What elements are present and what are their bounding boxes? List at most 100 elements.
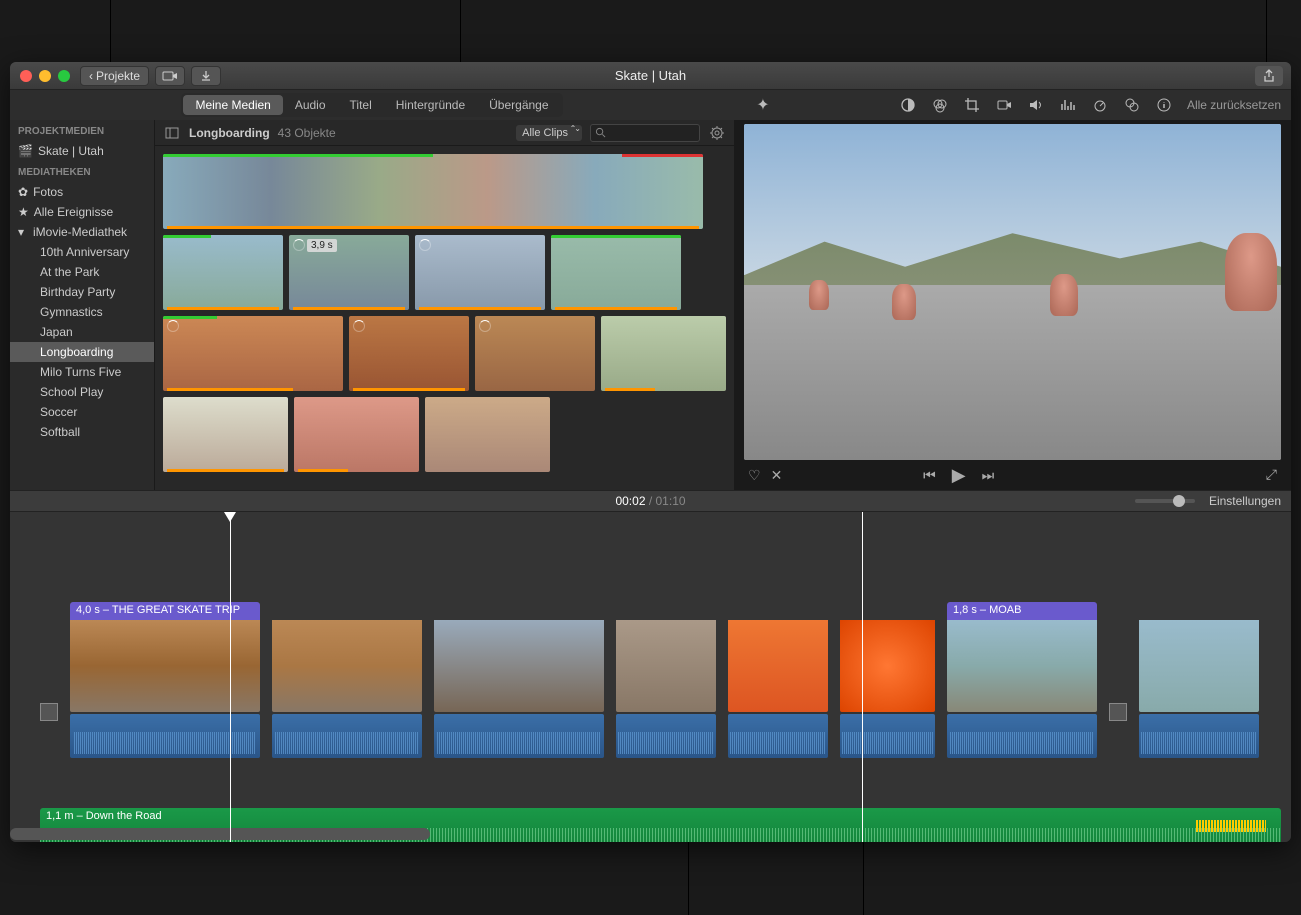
playhead[interactable] — [230, 512, 231, 842]
fullscreen-button[interactable]: ⤢ — [1266, 466, 1277, 483]
project-name: Skate | Utah — [38, 144, 104, 158]
loading-icon — [419, 239, 431, 251]
stabilization-icon[interactable] — [995, 96, 1013, 114]
timeline-clip[interactable]: 4,0 s – THE GREAT SKATE TRIP — [70, 602, 260, 762]
timeline-clip[interactable] — [1139, 602, 1259, 762]
zoom-slider[interactable] — [1135, 499, 1195, 503]
close-button[interactable] — [20, 70, 32, 82]
transition-icon[interactable] — [1109, 703, 1127, 721]
share-button[interactable] — [1255, 66, 1283, 86]
minimize-button[interactable] — [39, 70, 51, 82]
viewer-canvas[interactable] — [744, 124, 1281, 460]
spacer — [728, 602, 828, 620]
reject-button[interactable]: ✕ — [771, 467, 783, 484]
sidebar-event[interactable]: Birthday Party — [10, 282, 154, 302]
clip-audio-waveform[interactable] — [947, 714, 1097, 758]
tab-backgrounds[interactable]: Hintergründe — [384, 95, 477, 115]
used-indicator — [555, 307, 677, 310]
favorite-button[interactable]: ♡ — [748, 467, 761, 484]
browser-object-count: 43 Objekte — [278, 126, 336, 140]
sidebar-photos[interactable]: ✿ Fotos — [10, 182, 154, 202]
media-import-button[interactable] — [155, 66, 185, 86]
crop-icon[interactable] — [963, 96, 981, 114]
projects-back-button[interactable]: ‹ Projekte — [80, 66, 149, 86]
sidebar-event[interactable]: Milo Turns Five — [10, 362, 154, 382]
clip-thumbnail[interactable] — [425, 397, 550, 472]
speed-icon[interactable] — [1091, 96, 1109, 114]
timeline-clip[interactable] — [728, 602, 828, 762]
info-icon[interactable] — [1155, 96, 1173, 114]
horizontal-scrollbar[interactable] — [10, 828, 430, 840]
star-icon: ★ — [18, 205, 29, 219]
filter-icon[interactable] — [1123, 96, 1141, 114]
transition-icon[interactable] — [40, 703, 58, 721]
noise-reduction-icon[interactable] — [1059, 96, 1077, 114]
timeline-clip[interactable] — [840, 602, 935, 762]
music-peak-indicator — [1196, 820, 1266, 832]
sidebar-event[interactable]: At the Park — [10, 262, 154, 282]
clip-thumbnail[interactable] — [163, 154, 703, 229]
clip-thumbnail[interactable]: 3,9 s — [289, 235, 409, 310]
clip-audio-waveform[interactable] — [1139, 714, 1259, 758]
sidebar-project-item[interactable]: 🎬 Skate | Utah — [10, 141, 154, 161]
clip-thumbnail[interactable] — [601, 316, 726, 391]
next-frame-button[interactable]: ⏭ — [982, 467, 995, 484]
volume-icon[interactable] — [1027, 96, 1045, 114]
play-button[interactable]: ▶ — [952, 465, 966, 486]
title-overlay[interactable]: 4,0 s – THE GREAT SKATE TRIP — [70, 602, 260, 620]
tab-my-media[interactable]: Meine Medien — [183, 95, 282, 115]
timeline[interactable]: 4,0 s – THE GREAT SKATE TRIP — [10, 512, 1291, 842]
sidebar-event[interactable]: Softball — [10, 422, 154, 442]
clip-thumbnail[interactable] — [349, 316, 469, 391]
main-row: Projektmedien 🎬 Skate | Utah MEDIATHEKEN… — [10, 120, 1291, 490]
clip-thumbnail[interactable] — [163, 316, 343, 391]
disclosure-triangle-icon[interactable]: ▾ — [18, 225, 28, 239]
search-input[interactable] — [590, 124, 700, 142]
title-overlay[interactable]: 1,8 s – MOAB — [947, 602, 1097, 620]
clip-audio-waveform[interactable] — [272, 714, 422, 758]
timeline-clip[interactable]: 1,8 s – MOAB — [947, 602, 1097, 762]
sidebar-event[interactable]: Gymnastics — [10, 302, 154, 322]
clip-thumbnail[interactable] — [294, 397, 419, 472]
gear-icon[interactable] — [708, 124, 726, 142]
clip-thumbnail[interactable] — [475, 316, 595, 391]
sidebar-event[interactable]: Soccer — [10, 402, 154, 422]
sidebar-event[interactable]: 10th Anniversary — [10, 242, 154, 262]
preview-skater — [809, 280, 829, 310]
tab-audio[interactable]: Audio — [283, 95, 338, 115]
sidebar-event[interactable]: School Play — [10, 382, 154, 402]
clip-thumbnail[interactable] — [415, 235, 545, 310]
sidebar-all-events[interactable]: ★ Alle Ereignisse — [10, 202, 154, 222]
auto-enhance-button[interactable]: ✦ — [754, 96, 772, 114]
clip-filter-select[interactable]: Alle Clips — [516, 125, 582, 141]
clip-thumbnails[interactable]: 3,9 s — [155, 146, 734, 490]
clip-audio-waveform[interactable] — [616, 714, 716, 758]
sidebar-toggle-icon[interactable] — [163, 124, 181, 142]
clip-audio-waveform[interactable] — [70, 714, 260, 758]
sidebar-event[interactable]: Japan — [10, 322, 154, 342]
preview-skater — [892, 284, 916, 320]
clip-audio-waveform[interactable] — [840, 714, 935, 758]
timeline-settings-button[interactable]: Einstellungen — [1209, 494, 1281, 508]
tab-titles[interactable]: Titel — [338, 95, 384, 115]
color-correction-icon[interactable] — [931, 96, 949, 114]
tab-transitions[interactable]: Übergänge — [477, 95, 560, 115]
clip-audio-waveform[interactable] — [434, 714, 604, 758]
timecode: 00:02 / 01:10 — [615, 494, 685, 508]
timeline-clip[interactable] — [616, 602, 716, 762]
timeline-clip[interactable] — [272, 602, 422, 762]
maximize-button[interactable] — [58, 70, 70, 82]
timecode-current: 00:02 — [615, 494, 645, 508]
sidebar-imovie-library[interactable]: ▾ iMovie-Mediathek — [10, 222, 154, 242]
reset-all-button[interactable]: Alle zurücksetzen — [1187, 98, 1281, 112]
clip-duration-badge: 3,9 s — [307, 239, 337, 252]
clip-audio-waveform[interactable] — [728, 714, 828, 758]
timeline-clip[interactable] — [434, 602, 604, 762]
prev-frame-button[interactable]: ⏮ — [923, 467, 936, 484]
clip-thumbnail[interactable] — [163, 397, 288, 472]
clip-thumbnail[interactable] — [163, 235, 283, 310]
color-balance-icon[interactable] — [899, 96, 917, 114]
clip-thumbnail[interactable] — [551, 235, 681, 310]
sidebar-event-selected[interactable]: Longboarding — [10, 342, 154, 362]
download-button[interactable] — [191, 66, 221, 86]
